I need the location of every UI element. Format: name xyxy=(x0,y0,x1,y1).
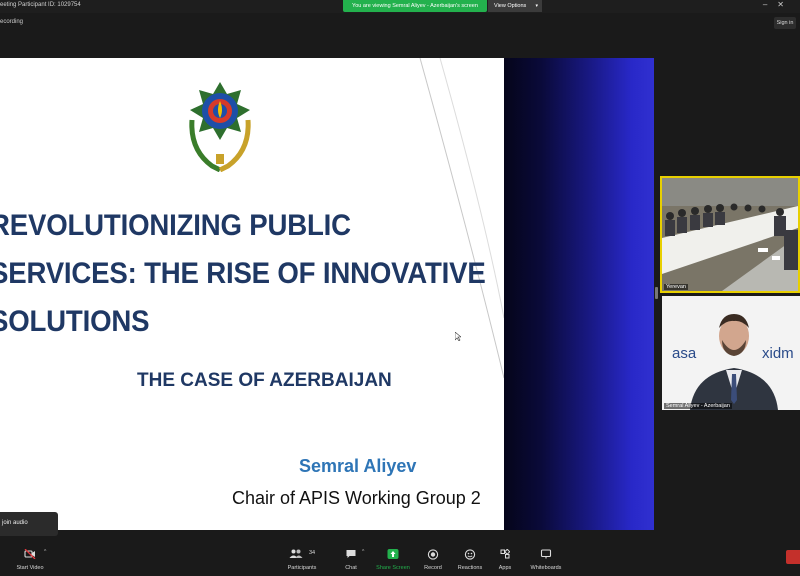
view-options-button[interactable]: View Options ▾ xyxy=(488,0,542,12)
record-button[interactable]: Record xyxy=(418,540,448,576)
reactions-icon xyxy=(464,549,476,560)
speaker-video: asa xidm xyxy=(662,296,800,410)
meeting-participant-id: eeting Participant ID: 1029754 xyxy=(0,2,81,8)
presenter-role: Chair of APIS Working Group 2 xyxy=(232,488,481,508)
mouse-cursor-icon xyxy=(455,332,461,341)
toolbar-label: Start Video xyxy=(16,565,44,571)
slide-title-line: REVOLUTIONIZING PUBLIC xyxy=(0,209,351,242)
azerbaijan-emblem-icon xyxy=(189,82,251,172)
share-screen-icon xyxy=(387,549,399,559)
shared-slide: REVOLUTIONIZING PUBLIC SERVICES: THE RIS… xyxy=(0,58,504,530)
apps-icon xyxy=(500,549,510,559)
end-meeting-button[interactable] xyxy=(786,540,800,576)
join-audio-label: join audio xyxy=(2,520,28,526)
whiteboards-button[interactable]: Whiteboards xyxy=(526,540,566,576)
tile-name-label: Yerevan xyxy=(664,284,688,290)
start-video-button[interactable]: ^ Start Video xyxy=(10,540,50,576)
backdrop-text-left: asa xyxy=(672,345,697,362)
backdrop-text-right: xidm xyxy=(762,345,794,362)
whiteboard-icon xyxy=(540,549,552,559)
sign-in-button[interactable]: Sign in xyxy=(774,17,796,29)
reactions-button[interactable]: Reactions xyxy=(454,540,486,576)
presenter-name: Semral Aliyev xyxy=(299,456,417,476)
recording-label: ecording xyxy=(0,19,24,25)
window-controls[interactable]: –✕ xyxy=(763,0,794,9)
video-off-icon xyxy=(24,549,36,559)
toolbar-label: Record xyxy=(424,565,442,571)
meeting-toolbar: ^ Start Video 34 Participants ^ Chat Sha… xyxy=(0,540,800,576)
slide-title: REVOLUTIONIZING PUBLIC SERVICES: THE RIS… xyxy=(0,202,486,346)
panel-resize-handle[interactable] xyxy=(655,287,658,299)
record-icon xyxy=(427,549,439,560)
slide-subtitle: THE CASE OF AZERBAIJAN xyxy=(137,370,392,391)
viewing-screen-indicator: You are viewing Semral Aliyev - Azerbaij… xyxy=(343,0,487,12)
view-options-label: View Options xyxy=(494,3,527,9)
toolbar-label: Reactions xyxy=(457,565,483,571)
slide-title-line: SOLUTIONS xyxy=(0,305,150,338)
chevron-up-icon[interactable]: ^ xyxy=(44,549,46,555)
slide-title-line: SERVICES: THE RISE OF INNOVATIVE xyxy=(0,257,486,290)
toolbar-label: Participants xyxy=(287,565,317,571)
toolbar-label: Whiteboards xyxy=(530,565,562,571)
top-bar: eeting Participant ID: 1029754 You are v… xyxy=(0,0,800,13)
participants-icon xyxy=(289,549,303,558)
toolbar-label: Chat xyxy=(345,565,357,571)
close-icon[interactable]: ✕ xyxy=(777,0,794,9)
chat-icon xyxy=(346,550,356,558)
conference-room-video xyxy=(662,178,798,291)
toolbar-label: Share Screen xyxy=(376,565,410,571)
participants-button[interactable]: 34 Participants xyxy=(282,540,322,576)
toolbar-label: Apps xyxy=(498,565,512,571)
chevron-up-icon[interactable]: ^ xyxy=(362,549,364,555)
slide-blue-band xyxy=(504,58,654,530)
chevron-down-icon: ▾ xyxy=(535,3,538,9)
apps-button[interactable]: Apps xyxy=(492,540,518,576)
chat-button[interactable]: ^ Chat xyxy=(336,540,366,576)
join-audio-popup[interactable]: join audio xyxy=(0,512,58,536)
tile-name-label: Semral Aliyev - Azerbaijan xyxy=(664,403,732,409)
video-tile-speaker[interactable]: asa xidm Semral Aliyev - Azerbaijan xyxy=(662,296,800,410)
participants-count: 34 xyxy=(309,550,316,556)
video-tile-yerevan[interactable]: Yerevan xyxy=(660,176,800,293)
share-screen-button[interactable]: Share Screen xyxy=(374,540,412,576)
minimize-icon[interactable]: – xyxy=(763,0,777,9)
